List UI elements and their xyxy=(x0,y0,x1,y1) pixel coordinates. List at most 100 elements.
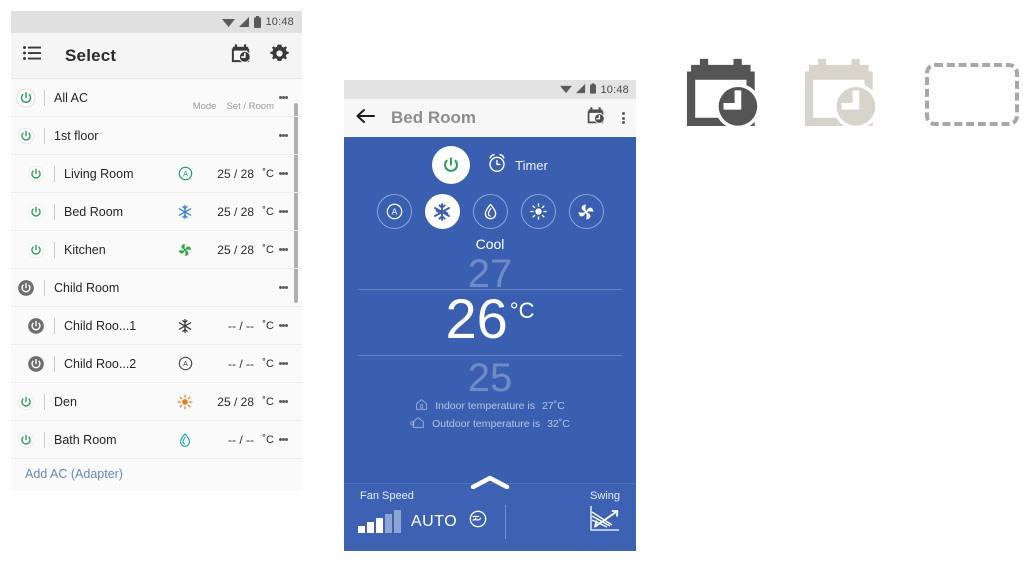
mode-button-cool[interactable] xyxy=(424,194,460,229)
power-toggle-icon[interactable] xyxy=(21,355,51,373)
kebab-menu-icon[interactable] xyxy=(622,111,625,126)
power-toggle-icon[interactable] xyxy=(21,317,51,335)
wind-face-icon[interactable] xyxy=(467,508,489,535)
outdoor-label: Outdoor temperature is xyxy=(432,418,541,430)
chevron-up-icon[interactable] xyxy=(470,475,510,494)
row-divider-tick xyxy=(54,165,55,182)
room-name: Child Roo...1 xyxy=(64,318,137,333)
list-item[interactable]: Bed Room 25 / 28 ˚C xyxy=(11,193,302,231)
phone-status-bar: 10:48 xyxy=(344,80,636,99)
back-arrow-icon[interactable] xyxy=(355,108,375,129)
phone-status-time: 10:48 xyxy=(600,83,629,96)
row-divider-tick xyxy=(44,393,45,410)
row-divider-tick xyxy=(54,241,55,258)
kebab-menu-icon[interactable] xyxy=(274,133,292,139)
power-button[interactable] xyxy=(432,146,471,184)
temp-values: 25 / 28 xyxy=(217,166,254,181)
list-item[interactable]: Child Room xyxy=(11,269,302,307)
list-item[interactable]: 1st floor xyxy=(11,117,302,155)
cool-icon xyxy=(172,318,198,334)
kebab-menu-icon[interactable] xyxy=(274,285,292,291)
kebab-menu-icon[interactable] xyxy=(274,171,292,177)
dry-icon xyxy=(172,432,198,448)
fan-speed-label: Fan Speed xyxy=(360,490,414,502)
temp-unit: ˚C xyxy=(262,395,274,408)
outdoor-value: 32˚C xyxy=(547,418,570,430)
power-toggle-icon[interactable] xyxy=(11,393,41,411)
house-outdoor-icon xyxy=(410,416,425,432)
power-toggle-icon[interactable] xyxy=(21,203,51,221)
row-divider-tick xyxy=(44,279,45,296)
kebab-menu-icon[interactable] xyxy=(274,209,292,215)
swing-arrows-icon[interactable] xyxy=(588,504,622,539)
list-item[interactable]: All AC xyxy=(11,79,302,117)
timer-button[interactable]: Timer xyxy=(486,152,548,179)
power-toggle-icon[interactable] xyxy=(11,279,41,297)
temp-unit: ˚C xyxy=(262,205,274,218)
house-icon xyxy=(415,398,428,414)
fan-auto-label[interactable]: AUTO xyxy=(411,513,457,531)
power-toggle-icon[interactable] xyxy=(21,241,51,259)
cool-icon xyxy=(172,204,198,220)
dashed-rect xyxy=(925,62,1019,126)
svg-text:A: A xyxy=(183,360,188,368)
mode-button-dry[interactable] xyxy=(472,194,508,229)
add-ac-link[interactable]: Add AC (Adapter) xyxy=(11,459,302,481)
row-divider-tick xyxy=(54,203,55,220)
fan-speed-bars-icon[interactable] xyxy=(358,509,401,533)
indoor-value: 27˚C xyxy=(542,400,565,412)
temp-unit: ˚C xyxy=(262,433,274,446)
kebab-menu-icon[interactable] xyxy=(274,437,292,443)
kebab-menu-icon[interactable] xyxy=(274,95,292,101)
svg-text:A: A xyxy=(183,170,188,178)
mode-button-heat[interactable] xyxy=(520,194,556,229)
gear-icon[interactable] xyxy=(269,43,290,69)
row-divider-tick xyxy=(44,431,45,448)
mode-button-fan[interactable] xyxy=(568,194,604,229)
kebab-menu-icon[interactable] xyxy=(274,247,292,253)
calendar-clock-icon[interactable] xyxy=(586,106,605,130)
outdoor-reading: Outdoor temperature is 32˚C xyxy=(344,416,636,432)
temp-unit: ˚C xyxy=(262,243,274,256)
phone-page-title: Bed Room xyxy=(391,108,476,127)
ac-list[interactable]: Mode Set / Room All AC 1st floor Living … xyxy=(11,79,302,491)
list-item[interactable]: Child Roo...1 -- / -- ˚C xyxy=(11,307,302,345)
screenshot-root: 10:48 Select Mode Set / Room All AC 1st … xyxy=(0,0,1023,574)
temp-values: 25 / 28 xyxy=(217,204,254,219)
indoor-reading: Indoor temperature is 27˚C xyxy=(344,398,636,414)
room-name: Bath Room xyxy=(54,432,117,447)
calendar-clock-icon-light xyxy=(804,56,880,132)
list-item[interactable]: Den 25 / 28 ˚C xyxy=(11,383,302,421)
battery-icon xyxy=(590,81,597,99)
signal-icon xyxy=(239,16,250,28)
mode-button-auto[interactable]: A xyxy=(376,194,412,229)
list-item[interactable]: Living Room A 25 / 28 ˚C xyxy=(11,155,302,193)
power-toggle-icon[interactable] xyxy=(21,165,51,183)
room-name: All AC xyxy=(54,90,89,105)
page-title: Select xyxy=(65,45,117,65)
list-item[interactable]: Kitchen 25 / 28 ˚C xyxy=(11,231,302,269)
power-toggle-icon[interactable] xyxy=(11,431,41,449)
temp-values: 25 / 28 xyxy=(217,242,254,257)
calendar-clock-icon[interactable] xyxy=(230,43,251,69)
mode-selector[interactable]: A xyxy=(344,194,636,229)
power-toggle-icon[interactable] xyxy=(11,127,41,145)
timer-label: Timer xyxy=(515,157,548,173)
bottom-bar-divider xyxy=(505,504,507,539)
list-item[interactable]: Bath Room -- / -- ˚C xyxy=(11,421,302,459)
temp-unit: ˚C xyxy=(262,167,274,180)
room-name: Den xyxy=(54,394,77,409)
row-divider-tick xyxy=(54,355,55,372)
list-item[interactable]: Child Roo...2 A -- / -- ˚C xyxy=(11,345,302,383)
temp-current-unit: °C xyxy=(509,298,535,323)
row-divider-tick xyxy=(44,127,45,144)
kebab-menu-icon[interactable] xyxy=(274,361,292,367)
temp-below[interactable]: 25 xyxy=(344,358,636,398)
hamburger-list-icon[interactable] xyxy=(23,46,41,65)
temp-values: -- / -- xyxy=(228,318,254,333)
kebab-menu-icon[interactable] xyxy=(274,399,292,405)
power-toggle-icon[interactable] xyxy=(11,87,41,108)
temp-unit: ˚C xyxy=(262,319,274,332)
temperature-picker[interactable]: 27 26 °C 25 xyxy=(344,254,636,398)
kebab-menu-icon[interactable] xyxy=(274,323,292,329)
